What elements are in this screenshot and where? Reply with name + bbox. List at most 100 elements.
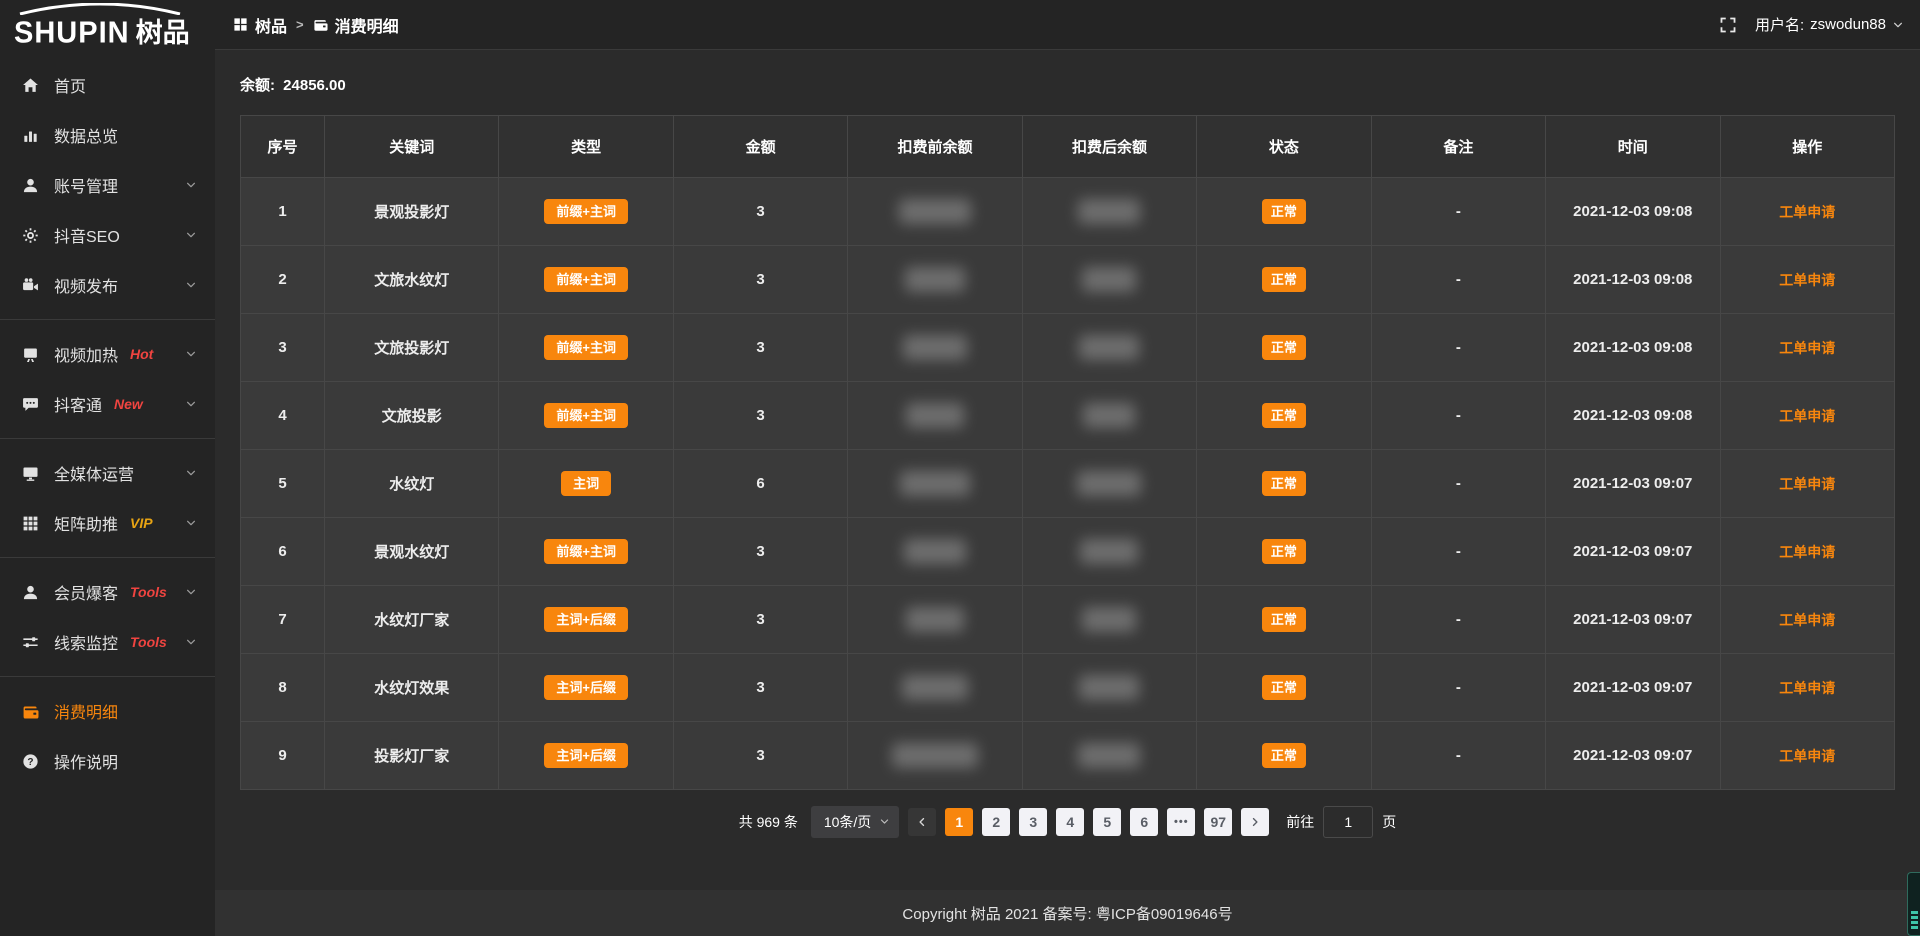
svg-text:?: ? [27,756,33,767]
work-order-link[interactable]: 工单申请 [1779,272,1835,288]
status-tag: 正常 [1262,539,1306,564]
work-order-link[interactable]: 工单申请 [1779,748,1835,764]
cell-time: 2021-12-03 09:07 [1546,586,1720,654]
page-size-select[interactable]: 10条/页 [811,806,899,838]
cell-index: 9 [241,722,325,790]
cell-keyword: 文旅水纹灯 [325,246,499,314]
cell-remark: - [1371,722,1545,790]
top-header: 树品 > 消费明细 用户名: zswodun88 [215,0,1920,50]
fullscreen-button[interactable] [1719,16,1737,34]
cell-index: 6 [241,518,325,586]
sidebar-item-label: 操作说明 [54,749,118,773]
page-button-6[interactable]: 6 [1130,808,1158,836]
sidebar-item-4[interactable]: 视频发布 [0,260,215,310]
cell-keyword: 水纹灯厂家 [325,586,499,654]
monitor-icon [22,465,39,482]
cell-balance-before [848,246,1022,314]
sidebar-item-11[interactable]: 消费明细 [0,686,215,736]
cell-type: 前缀+主词 [499,518,673,586]
chevron-down-icon [185,636,197,648]
next-page-button[interactable] [1241,808,1269,836]
column-header: 序号 [241,116,325,178]
type-tag: 前缀+主词 [544,267,628,292]
breadcrumb-item-home[interactable]: 树品 [233,13,287,37]
cell-balance-after [1022,314,1196,382]
cell-amount: 3 [673,518,847,586]
column-header: 扣费前余额 [848,116,1022,178]
copyright-text: Copyright 树品 2021 备案号: 粤ICP备09019646号 [902,903,1232,924]
chat-icon [22,396,39,413]
sidebar-divider [0,676,215,677]
cell-status: 正常 [1197,382,1371,450]
page-ellipsis-button[interactable]: ••• [1167,808,1195,836]
work-order-link[interactable]: 工单申请 [1779,204,1835,220]
sidebar-item-1[interactable]: 数据总览 [0,110,215,160]
goto-page-input[interactable] [1323,806,1373,838]
page-button-3[interactable]: 3 [1019,808,1047,836]
sidebar-item-label: 数据总览 [54,123,118,147]
sidebar-item-label: 账号管理 [54,173,118,197]
prev-page-button[interactable] [908,808,936,836]
chevron-down-icon [185,279,197,291]
cell-index: 2 [241,246,325,314]
cell-balance-before [848,382,1022,450]
sidebar-item-3[interactable]: 抖音SEO [0,210,215,260]
sidebar-item-7[interactable]: 全媒体运营 [0,448,215,498]
total-count-label: 共 969 条 [739,812,798,832]
breadcrumb-item-current[interactable]: 消费明细 [313,13,399,37]
user-dropdown[interactable]: 用户名: zswodun88 [1755,14,1904,35]
column-header: 扣费后余额 [1022,116,1196,178]
cell-type: 主词+后缀 [499,722,673,790]
sidebar-item-6[interactable]: 抖客通New [0,379,215,429]
redacted-balance [1078,743,1140,768]
chevron-right-icon [1249,816,1261,828]
table-row: 5水纹灯主词6正常-2021-12-03 09:07工单申请 [241,450,1895,518]
page-button-4[interactable]: 4 [1056,808,1084,836]
cell-remark: - [1371,314,1545,382]
type-tag: 前缀+主词 [544,199,628,224]
page-button-1[interactable]: 1 [945,808,973,836]
work-order-link[interactable]: 工单申请 [1779,340,1835,356]
redacted-balance [1079,335,1139,360]
chevron-down-icon [185,229,197,241]
redacted-balance [1078,199,1140,224]
redacted-balance [902,675,968,700]
sidebar-item-badge: VIP [130,515,153,531]
chevron-down-icon [879,816,890,827]
redacted-balance [1082,267,1136,292]
work-order-link[interactable]: 工单申请 [1779,680,1835,696]
chevron-left-icon [916,816,928,828]
sidebar-item-12[interactable]: ? 操作说明 [0,736,215,786]
cell-keyword: 水纹灯效果 [325,654,499,722]
cell-balance-before [848,586,1022,654]
sidebar-item-0[interactable]: 首页 [0,60,215,110]
sidebar-item-10[interactable]: 线索监控Tools [0,617,215,667]
fullscreen-icon [1719,16,1737,34]
sliders-icon [22,634,39,651]
floating-widget[interactable] [1907,872,1920,936]
sidebar-item-9[interactable]: 会员爆客Tools [0,567,215,617]
work-order-link[interactable]: 工单申请 [1779,408,1835,424]
page-button-97[interactable]: 97 [1204,808,1232,836]
page-button-2[interactable]: 2 [982,808,1010,836]
menu-icon [233,17,248,32]
sidebar-divider [0,319,215,320]
sidebar-item-5[interactable]: 视频加热Hot [0,329,215,379]
page-button-5[interactable]: 5 [1093,808,1121,836]
table-row: 7水纹灯厂家主词+后缀3正常-2021-12-03 09:07工单申请 [241,586,1895,654]
cell-amount: 3 [673,178,847,246]
work-order-link[interactable]: 工单申请 [1779,476,1835,492]
work-order-link[interactable]: 工单申请 [1779,544,1835,560]
cell-index: 5 [241,450,325,518]
cell-index: 4 [241,382,325,450]
sidebar-item-8[interactable]: 矩阵助推VIP [0,498,215,548]
sidebar-item-2[interactable]: 账号管理 [0,160,215,210]
column-header: 类型 [499,116,673,178]
sidebar: SHUPIN 树品 首页数据总览账号管理抖音SEO视频发布视频加热Hot抖客通N… [0,0,215,936]
breadcrumb-separator: > [296,17,304,32]
work-order-link[interactable]: 工单申请 [1779,612,1835,628]
cell-keyword: 文旅投影灯 [325,314,499,382]
sidebar-item-label: 线索监控 [54,630,118,654]
table-row: 2文旅水纹灯前缀+主词3正常-2021-12-03 09:08工单申请 [241,246,1895,314]
table-row: 6景观水纹灯前缀+主词3正常-2021-12-03 09:07工单申请 [241,518,1895,586]
